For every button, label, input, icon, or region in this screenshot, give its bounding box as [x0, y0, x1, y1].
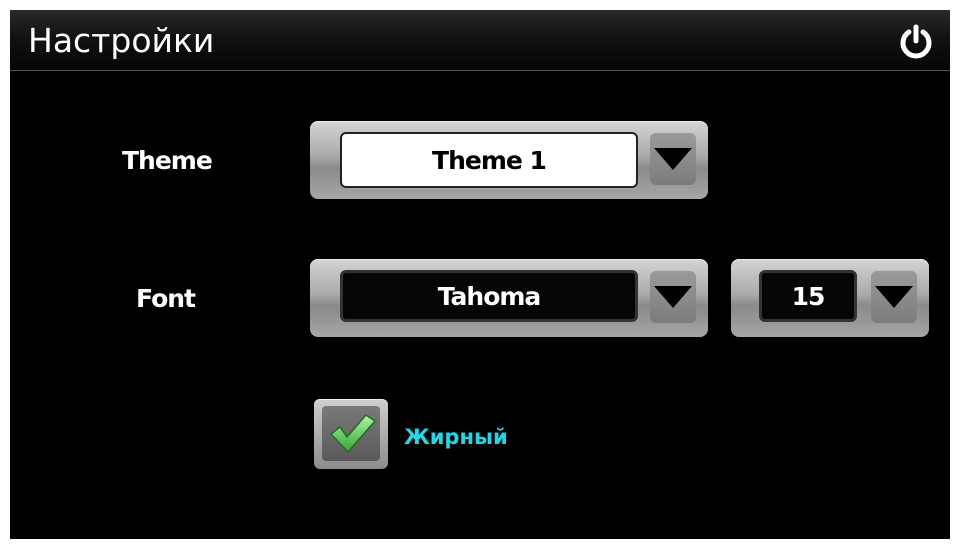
- chevron-down-icon: [654, 286, 692, 308]
- theme-label: Theme: [122, 146, 213, 175]
- font-value: Tahoma: [340, 270, 638, 322]
- font-size-dropdown-button[interactable]: [871, 271, 917, 323]
- font-dropdown[interactable]: Tahoma: [310, 259, 708, 337]
- settings-window: Настройки Theme Theme 1 Font Tahoma 15 Ж…: [10, 10, 950, 539]
- chevron-down-icon: [875, 286, 913, 308]
- bold-checkbox[interactable]: [314, 399, 388, 469]
- font-dropdown-button[interactable]: [650, 271, 696, 323]
- checkmark-icon: [329, 414, 377, 454]
- title-bar: Настройки: [10, 10, 950, 71]
- checkbox-box: [322, 406, 380, 461]
- font-label: Font: [136, 284, 196, 313]
- font-size-value: 15: [759, 270, 857, 322]
- font-size-dropdown[interactable]: 15: [731, 259, 929, 337]
- power-button[interactable]: [898, 24, 934, 60]
- theme-dropdown[interactable]: Theme 1: [310, 121, 708, 199]
- page-title: Настройки: [28, 21, 215, 60]
- bold-label[interactable]: Жирный: [404, 425, 508, 449]
- theme-dropdown-button[interactable]: [650, 133, 696, 185]
- chevron-down-icon: [654, 148, 692, 170]
- power-icon: [900, 24, 932, 59]
- theme-value: Theme 1: [340, 132, 638, 188]
